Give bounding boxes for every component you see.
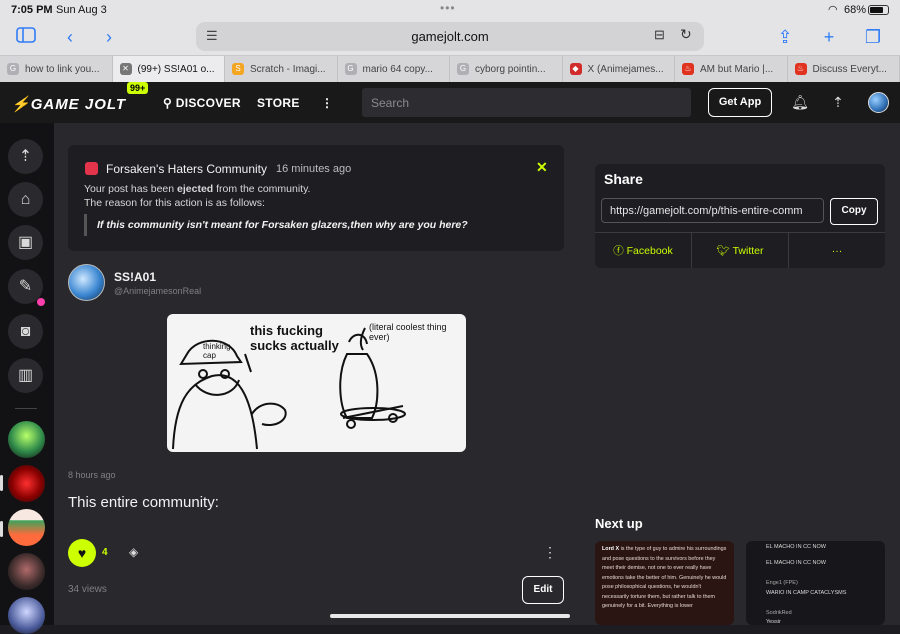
ejected-notice: Forsaken's Haters Community 16 minutes a… [68,145,564,251]
notice-line-1: Your post has been ejected from the comm… [84,183,310,195]
reader-icon[interactable]: ⊟ [654,27,665,43]
sidebar-community-avatar[interactable] [8,509,45,546]
sidebar-chat-icon[interactable]: ◙ [8,314,43,349]
sidebar-activity-icon[interactable]: ⇡ [8,139,43,174]
close-tab-icon[interactable]: ✕ [120,63,132,75]
sidebar-divider [15,408,37,409]
next-up-title: Next up [595,516,643,531]
sidebar: ⇡ ⌂ ▣ ✎ ◙ ▥ [0,123,54,625]
favicon-icon: G [457,63,469,75]
favicon-icon: ♨ [682,63,694,75]
sidebar-active-indicator [0,521,3,537]
next-up-card[interactable]: EL MACHO IN CC NOW EL MACHO IN CC NOW En… [746,541,885,625]
browser-tab[interactable]: SScratch - Imagi... [225,56,338,82]
nav-store[interactable]: STORE [257,96,300,110]
like-count: 4 [102,547,108,558]
more-menu-icon[interactable]: ⋮ [321,96,333,110]
notification-badge: 99+ [127,82,148,94]
comment-icon[interactable]: ◈ [129,545,143,559]
like-button[interactable]: ♥ [68,539,96,567]
post-author-avatar[interactable] [68,264,105,301]
next-up-card[interactable]: Lord X is the type of guy to admire his … [595,541,734,625]
tab-bar: Ghow to link you... ✕(99+) SS!A01 o... S… [0,55,900,82]
comic-speech: this fucking sucks actually [250,323,350,353]
share-url-field[interactable]: https://gamejolt.com/p/this-entire-comm [601,198,824,223]
browser-tab[interactable]: ♨AM but Mario |... [675,56,788,82]
share-panel: Share https://gamejolt.com/p/this-entire… [595,164,885,268]
back-icon[interactable]: ‹ [59,26,81,48]
status-bar: 7:05 PM Sun Aug 3 ••• ◠ 68% [0,0,900,20]
browser-tab-active[interactable]: ✕(99+) SS!A01 o... [113,56,226,82]
get-app-button[interactable]: Get App [708,88,772,117]
facebook-icon: ⓕ [613,245,624,257]
share-twitter-button[interactable]: 🐦︎ Twitter [692,233,789,268]
favicon-icon: G [345,63,357,75]
browser-tab[interactable]: Gmario 64 copy... [338,56,451,82]
post-image[interactable]: this fucking sucks actually (literal coo… [167,314,466,452]
favicon-icon: ◆ [570,63,582,75]
sidebar-store-icon[interactable]: ⌂ [8,182,43,217]
comic-caption: (literal coolest thing ever) [369,322,466,342]
reload-icon[interactable]: ↻ [680,26,692,43]
search-input[interactable]: Search [362,88,691,117]
tabs-overview-icon[interactable]: ❐ [862,26,884,48]
copy-button[interactable]: Copy [830,198,878,225]
notice-time: 16 minutes ago [276,163,351,175]
status-date: Sun Aug 3 [56,4,107,16]
gamejolt-logo[interactable]: ⚡GAME JOLT [11,95,126,113]
browser-tab[interactable]: Ghow to link you... [0,56,113,82]
battery-percent: 68% [844,4,866,16]
favicon-icon: ♨ [795,63,807,75]
nav-discover[interactable]: ⚲ DISCOVER [163,96,241,110]
sidebar-backpack-icon[interactable]: ▣ [8,225,43,260]
share-more-button[interactable]: ··· [789,233,885,268]
post-more-icon[interactable]: ⋮ [543,544,557,561]
twitter-icon: 🐦︎ [717,245,730,257]
notice-line-2: The reason for this action is as follows… [84,197,265,209]
eject-reason: If this community isn't meant for Forsak… [84,214,549,236]
new-tab-icon[interactable]: + [818,26,840,48]
comic-cap-label: thinking cap [203,342,235,360]
browser-tab[interactable]: ♨Discuss Everyt... [788,56,900,82]
browser-toolbar: ‹ › ☰ gamejolt.com ⊟ ↻ ⇪ + ❐ [0,20,900,55]
multitask-dots-icon[interactable]: ••• [440,1,456,15]
bell-icon[interactable]: 🔔︎ [791,93,809,111]
sidebar-community-avatar[interactable] [8,465,45,502]
share-buttons: ⓕ Facebook 🐦︎ Twitter ··· [595,232,885,268]
sidebar-toggle-icon[interactable] [15,26,37,48]
battery-icon [868,5,889,15]
sidebar-notification-dot [37,298,45,306]
community-name[interactable]: Forsaken's Haters Community [106,162,267,176]
activity-icon[interactable]: ⇡ [829,93,847,111]
view-count: 34 views [68,584,107,595]
wifi-icon: ◠ [828,3,838,16]
site-header: ⚡GAME JOLT 99+ ⚲ DISCOVER STORE ⋮ Search… [0,82,900,123]
address-text: gamejolt.com [196,29,704,44]
sidebar-library-icon[interactable]: ▥ [8,358,43,393]
status-time: 7:05 PM [11,4,53,16]
share-title: Share [604,171,643,187]
browser-tab[interactable]: ◆X (Animejames... [563,56,676,82]
user-avatar[interactable] [868,92,889,113]
sidebar-community-avatar[interactable] [8,421,45,458]
post-body: This entire community: [68,494,219,511]
community-icon [85,162,98,175]
close-icon[interactable]: ✕ [536,159,548,176]
forward-icon[interactable]: › [98,26,120,48]
home-indicator[interactable] [330,614,570,618]
post-author-name[interactable]: SS!A01 [114,270,156,284]
sidebar-community-avatar[interactable] [8,553,45,590]
browser-tab[interactable]: Gcyborg pointin... [450,56,563,82]
favicon-icon: S [232,63,244,75]
post-author-handle[interactable]: @AnimejamesonReal [114,286,201,296]
sidebar-community-avatar[interactable] [8,597,45,634]
sidebar-active-indicator [0,475,3,491]
share-facebook-button[interactable]: ⓕ Facebook [595,233,692,268]
favicon-icon: G [7,63,19,75]
share-icon[interactable]: ⇪ [774,26,796,48]
edit-button[interactable]: Edit [522,576,564,604]
address-bar[interactable]: ☰ gamejolt.com ⊟ ↻ [196,22,704,51]
post-time: 8 hours ago [68,470,116,480]
